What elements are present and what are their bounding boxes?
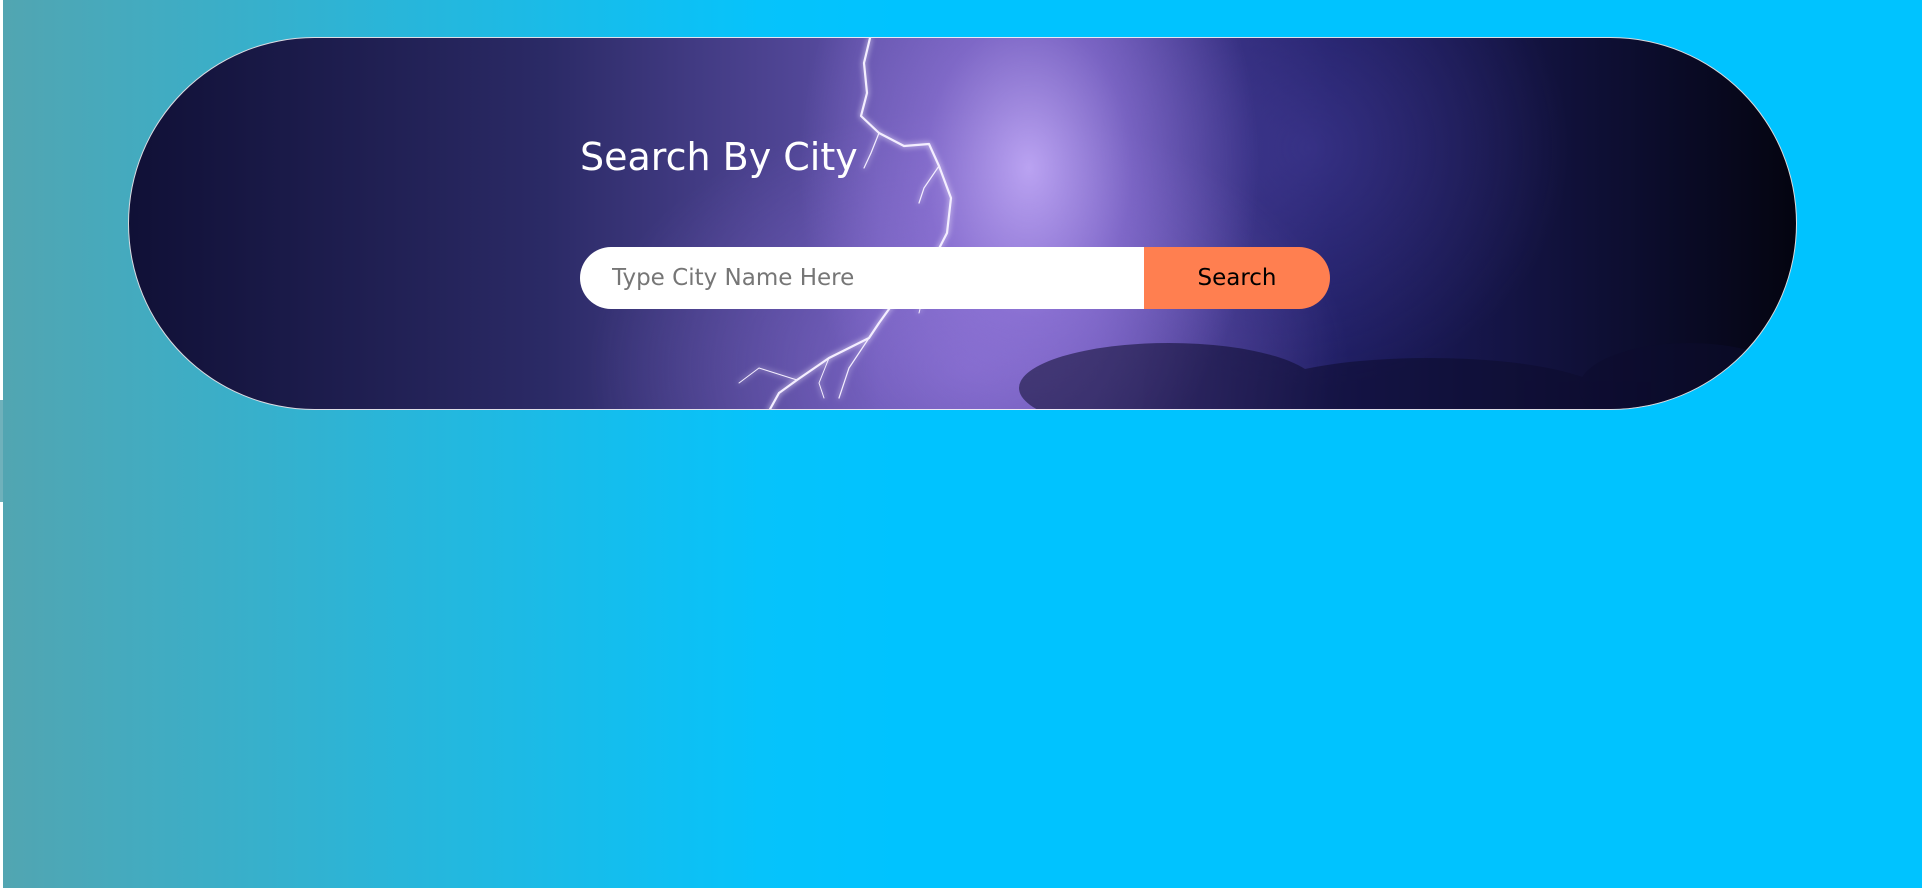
search-button[interactable]: Search [1144, 247, 1330, 309]
search-panel: Search By City Search [580, 134, 1340, 309]
lightning-image [738, 38, 1796, 409]
hero-banner: Search By City Search [128, 37, 1797, 410]
page-title: Search By City [580, 135, 858, 179]
city-search-input[interactable] [580, 247, 1144, 309]
search-bar: Search [580, 247, 1330, 309]
left-edge-mark [0, 400, 3, 502]
